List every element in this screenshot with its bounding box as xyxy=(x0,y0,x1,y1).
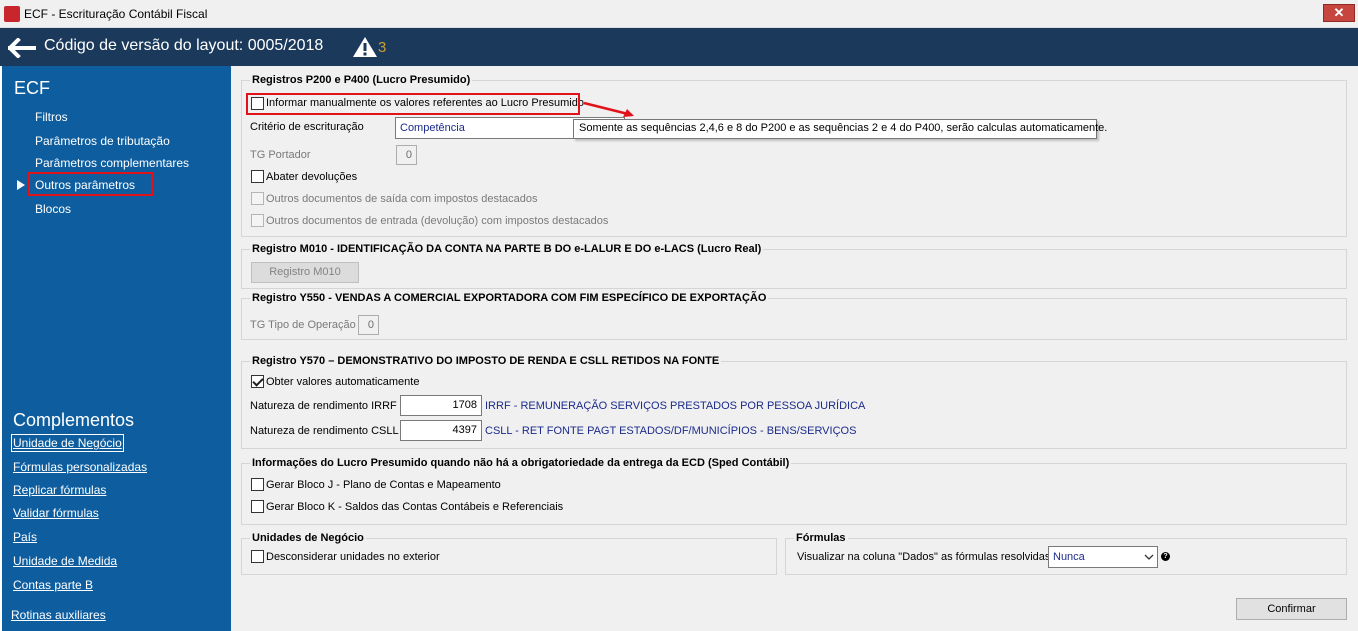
sidebar-item-blocos[interactable]: Blocos xyxy=(35,202,71,216)
group-y550 xyxy=(241,298,1347,340)
group-title-formulas: Fórmulas xyxy=(794,532,848,544)
obter-valores-label: Obter valores automaticamente xyxy=(266,376,420,388)
csll-field[interactable]: 4397 xyxy=(400,420,482,441)
entrada-impostos-label: Outros documentos de entrada (devolução)… xyxy=(266,215,609,227)
link-validar-formulas[interactable]: Validar fórmulas xyxy=(13,506,99,520)
saida-impostos-label: Outros documentos de saída com impostos … xyxy=(266,193,538,205)
csll-description: CSLL - RET FONTE PAGT ESTADOS/DF/MUNICÍP… xyxy=(485,425,857,437)
group-title-y570: Registro Y570 – DEMONSTRATIVO DO IMPOSTO… xyxy=(250,355,722,367)
link-rotinas-auxiliares[interactable]: Rotinas auxiliares xyxy=(11,608,106,622)
window-title: ECF - Escrituração Contábil Fiscal xyxy=(24,7,208,21)
tg-tipo-operacao-field[interactable]: 0 xyxy=(358,315,379,335)
irrf-description: IRRF - REMUNERAÇÃO SERVIÇOS PRESTADOS PO… xyxy=(485,400,866,412)
link-unidade-medida[interactable]: Unidade de Medida xyxy=(13,554,117,568)
window-titlebar: ECF - Escrituração Contábil Fiscal ✕ xyxy=(0,0,1358,28)
desconsiderar-label: Desconsiderar unidades no exterior xyxy=(266,551,440,563)
abater-devolucoes-checkbox[interactable] xyxy=(251,170,264,183)
page-header: Código de versão do layout: 0005/2018 3 xyxy=(0,28,1358,66)
irrf-field[interactable]: 1708 xyxy=(400,395,482,416)
link-unidade-negocio[interactable]: Unidade de Negócio xyxy=(11,434,124,452)
bloco-j-checkbox[interactable] xyxy=(251,478,264,491)
obter-valores-checkbox[interactable] xyxy=(251,375,264,388)
help-icon[interactable]: ? xyxy=(1161,552,1170,561)
warning-count: 3 xyxy=(378,39,387,56)
back-arrow-icon[interactable] xyxy=(8,38,36,58)
link-pais[interactable]: País xyxy=(13,530,37,544)
group-title-p200: Registros P200 e P400 (Lucro Presumido) xyxy=(250,74,473,86)
group-title-unidades: Unidades de Negócio xyxy=(250,532,366,544)
group-ecd xyxy=(241,463,1347,525)
selected-arrow-icon xyxy=(17,180,25,190)
sidebar-item-filtros[interactable]: Filtros xyxy=(35,110,68,124)
entrada-impostos-checkbox[interactable] xyxy=(251,214,264,227)
tg-portador-field[interactable]: 0 xyxy=(396,145,417,165)
app-icon xyxy=(4,6,20,22)
bloco-j-label: Gerar Bloco J - Plano de Contas e Mapeam… xyxy=(266,479,501,491)
group-title-m010: Registro M010 - IDENTIFICAÇÃO DA CONTA N… xyxy=(250,243,764,255)
sidebar-item-parametros-complementares[interactable]: Parâmetros complementares xyxy=(35,156,189,170)
link-replicar-formulas[interactable]: Replicar fórmulas xyxy=(13,483,106,497)
registro-m010-button[interactable]: Registro M010 xyxy=(251,262,359,283)
warning-icon[interactable] xyxy=(352,36,378,58)
irrf-label: Natureza de rendimento IRRF xyxy=(250,400,397,412)
tooltip: Somente as sequências 2,4,6 e 8 do P200 … xyxy=(573,119,1107,139)
group-m010 xyxy=(241,249,1347,289)
criterio-label: Critério de escrituração xyxy=(250,121,364,133)
tg-portador-label: TG Portador xyxy=(250,149,311,161)
sidebar-section-ecf: ECF xyxy=(14,78,50,98)
visualizar-formulas-label: Visualizar na coluna "Dados" as fórmulas… xyxy=(797,551,1051,563)
sidebar: ECF Filtros Parâmetros de tributação Par… xyxy=(2,66,231,631)
csll-label: Natureza de rendimento CSLL xyxy=(250,425,399,437)
group-title-y550: Registro Y550 - VENDAS A COMERCIAL EXPOR… xyxy=(250,292,769,304)
saida-impostos-checkbox[interactable] xyxy=(251,192,264,205)
layout-version-title: Código de versão do layout: 0005/2018 xyxy=(44,37,324,54)
bloco-k-checkbox[interactable] xyxy=(251,500,264,513)
visualizar-formulas-select[interactable]: Nunca xyxy=(1048,546,1158,568)
confirmar-button[interactable]: Confirmar xyxy=(1236,598,1347,620)
sidebar-item-outros-parametros[interactable]: Outros parâmetros xyxy=(35,178,135,192)
tg-tipo-operacao-label: TG Tipo de Operação xyxy=(250,319,356,331)
sidebar-item-parametros-tributacao[interactable]: Parâmetros de tributação xyxy=(35,134,170,148)
close-button[interactable]: ✕ xyxy=(1323,4,1355,22)
desconsiderar-checkbox[interactable] xyxy=(251,550,264,563)
highlight-box xyxy=(246,93,580,115)
link-contas-parte-b[interactable]: Contas parte B xyxy=(13,578,93,592)
abater-devolucoes-label: Abater devoluções xyxy=(266,171,358,183)
bloco-k-label: Gerar Bloco K - Saldos das Contas Contáb… xyxy=(266,501,564,513)
group-title-ecd: Informações do Lucro Presumido quando nã… xyxy=(250,457,792,469)
chevron-down-icon[interactable] xyxy=(1143,551,1155,563)
link-formulas-personalizadas[interactable]: Fórmulas personalizadas xyxy=(13,460,147,474)
sidebar-section-complementos: Complementos xyxy=(13,410,135,430)
